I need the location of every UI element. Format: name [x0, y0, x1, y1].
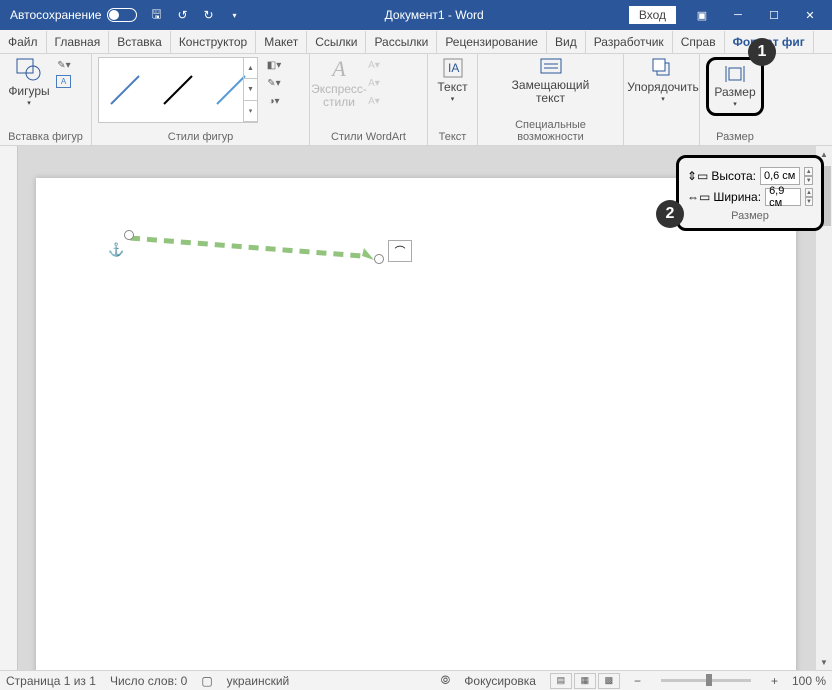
redo-icon[interactable]: ↻: [195, 2, 221, 28]
zoom-slider[interactable]: [661, 679, 751, 682]
minimize-button[interactable]: ─: [720, 0, 756, 30]
shape-handle-end[interactable]: [374, 254, 384, 264]
status-proofing-icon[interactable]: ▢: [201, 674, 212, 688]
tab-file[interactable]: Файл: [0, 31, 47, 53]
width-up-icon[interactable]: ▲: [805, 188, 813, 197]
group-label-size: Размер: [706, 129, 764, 145]
tab-help[interactable]: Справ: [673, 31, 725, 53]
tab-insert[interactable]: Вставка: [109, 31, 171, 53]
save-icon[interactable]: 🖫: [143, 2, 169, 28]
tab-layout[interactable]: Макет: [256, 31, 307, 53]
focus-mode-icon[interactable]: ⦾: [441, 673, 451, 688]
status-focus[interactable]: Фокусировка: [464, 674, 536, 688]
width-label: Ширина:: [713, 190, 761, 204]
group-label-text: Текст: [434, 129, 471, 145]
close-button[interactable]: ✕: [792, 0, 828, 30]
width-down-icon[interactable]: ▼: [805, 197, 813, 206]
login-button[interactable]: Вход: [629, 6, 676, 24]
zoom-level[interactable]: 100 %: [792, 674, 826, 688]
view-web-icon[interactable]: ▩: [598, 673, 620, 689]
gallery-more-icon[interactable]: ▾: [244, 101, 257, 122]
svg-text:IA: IA: [448, 61, 459, 75]
vertical-ruler[interactable]: [0, 146, 18, 670]
tab-design[interactable]: Конструктор: [171, 31, 256, 53]
size-popup: ⇕▭Высота: 0,6 см ▲▼ ⇔▭Ширина: 6,9 см ▲▼ …: [676, 155, 824, 231]
group-label-insert-shapes: Вставка фигур: [6, 129, 85, 145]
edit-shape-icon[interactable]: ✎▾: [56, 57, 72, 73]
status-word-count[interactable]: Число слов: 0: [110, 674, 187, 688]
text-box-icon[interactable]: A: [56, 75, 71, 88]
view-print-icon[interactable]: ▦: [574, 673, 596, 689]
undo-icon[interactable]: ↺: [169, 2, 195, 28]
callout-2: 2: [656, 200, 684, 228]
tab-references[interactable]: Ссылки: [307, 31, 366, 53]
ribbon-options-icon[interactable]: ▣: [684, 0, 720, 30]
autosave-toggle[interactable]: [107, 8, 137, 22]
height-input[interactable]: 0,6 см: [760, 167, 801, 185]
zoom-out-button[interactable]: −: [634, 674, 641, 688]
status-language[interactable]: украинский: [227, 674, 290, 688]
gallery-up-icon[interactable]: ▲: [244, 58, 257, 79]
arrange-button[interactable]: Упорядочить ▾: [630, 57, 696, 104]
size-button[interactable]: Размер ▾: [706, 57, 764, 116]
ribbon-tabs: Файл Главная Вставка Конструктор Макет С…: [0, 30, 832, 54]
window-title: Документ1 - Word: [247, 8, 620, 22]
group-label-wordart: Стили WordArt: [316, 129, 421, 145]
group-label-shape-styles: Стили фигур: [98, 129, 303, 145]
alt-text-button[interactable]: Замещающий текст: [511, 57, 591, 105]
scroll-down-icon[interactable]: ▼: [816, 654, 832, 670]
layout-options-icon[interactable]: ⌒: [388, 240, 412, 262]
shapes-button[interactable]: Фигуры ▾: [6, 57, 52, 108]
tab-home[interactable]: Главная: [47, 31, 110, 53]
group-label-arrange: [630, 129, 693, 145]
width-icon: ⇔▭: [687, 190, 710, 204]
wordart-express-button: A Экспресс- стили: [316, 57, 362, 110]
qat-more-icon[interactable]: ▾: [221, 2, 247, 28]
tab-review[interactable]: Рецензирование: [437, 31, 547, 53]
text-button[interactable]: IA Текст ▾: [434, 57, 471, 104]
popup-label: Размер: [687, 210, 813, 222]
tab-view[interactable]: Вид: [547, 31, 586, 53]
view-read-icon[interactable]: ▤: [550, 673, 572, 689]
shape-outline-icon[interactable]: ✎▾: [266, 75, 282, 91]
text-fill-icon: A▾: [366, 57, 382, 73]
height-down-icon[interactable]: ▼: [804, 176, 813, 185]
group-label-accessibility: Специальные возможности: [484, 117, 617, 145]
selected-arrow-shape[interactable]: [122, 234, 382, 264]
gallery-down-icon[interactable]: ▼: [244, 79, 257, 100]
callout-1: 1: [748, 38, 776, 66]
tab-mailings[interactable]: Рассылки: [366, 31, 437, 53]
status-page[interactable]: Страница 1 из 1: [6, 674, 96, 688]
autosave-label: Автосохранение: [10, 8, 101, 22]
tab-developer[interactable]: Разработчик: [586, 31, 673, 53]
shape-handle-start[interactable]: [124, 230, 134, 240]
width-input[interactable]: 6,9 см: [765, 188, 801, 206]
height-up-icon[interactable]: ▲: [804, 167, 813, 176]
height-label: Высота:: [711, 169, 756, 183]
shape-effects-icon[interactable]: ◑▾: [266, 93, 282, 109]
height-icon: ⇕▭: [687, 169, 708, 183]
text-outline-icon: A▾: [366, 75, 382, 91]
maximize-button[interactable]: ☐: [756, 0, 792, 30]
shape-fill-icon[interactable]: ◧▾: [266, 57, 282, 73]
zoom-in-button[interactable]: +: [771, 674, 778, 688]
shape-styles-gallery[interactable]: ▲▼▾: [98, 57, 258, 123]
text-effects-icon: A▾: [366, 93, 382, 109]
